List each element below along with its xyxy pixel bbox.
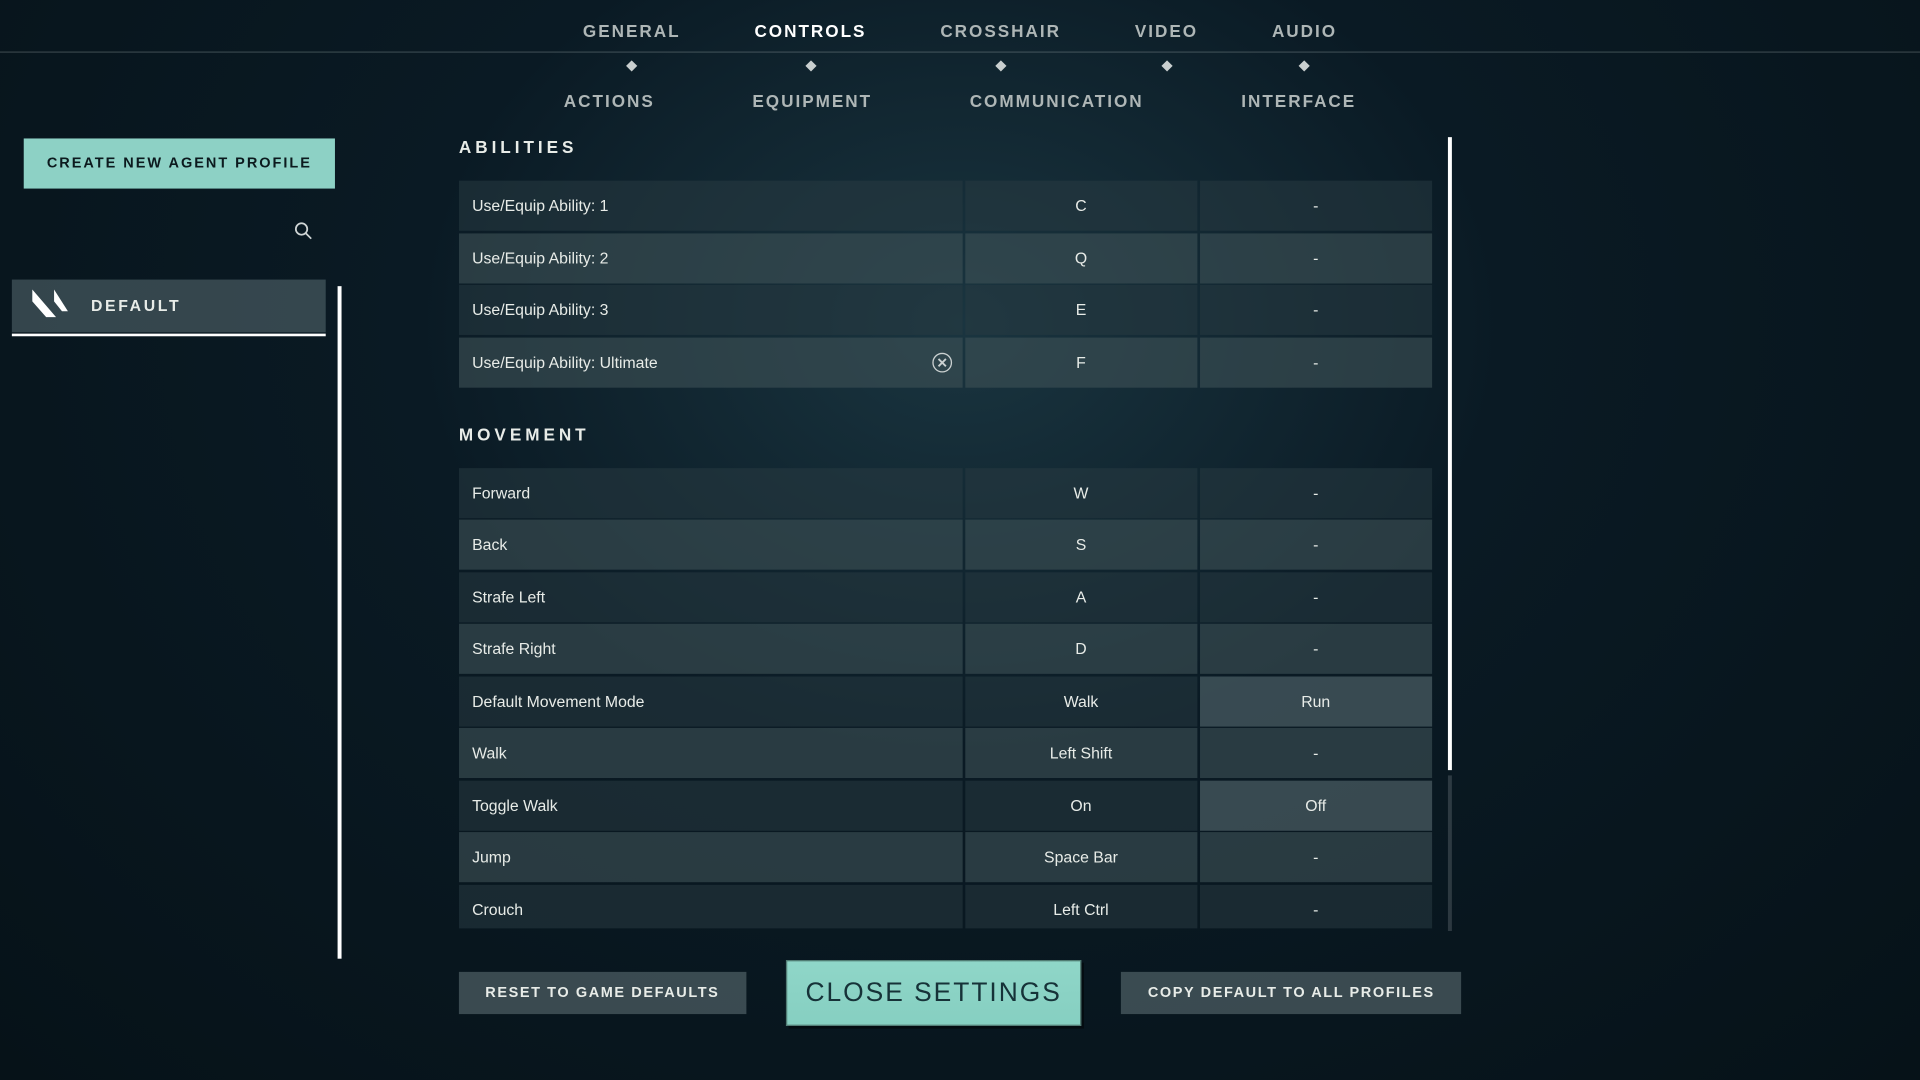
binding-label: Back (459, 520, 963, 570)
primary-bind[interactable]: W (965, 467, 1198, 517)
primary-bind[interactable]: S (965, 520, 1198, 570)
footer-actions: RESET TO GAME DEFAULTS CLOSE SETTINGS CO… (459, 960, 1461, 1026)
secondary-bind[interactable]: - (1199, 467, 1432, 517)
binding-row: Use/Equip Ability: UltimateF- (459, 337, 1455, 387)
binding-row: Use/Equip Ability: 2Q- (459, 233, 1455, 283)
binding-label: Toggle Walk (459, 780, 963, 830)
primary-bind[interactable]: Q (965, 233, 1198, 283)
valorant-logo-icon (30, 287, 70, 325)
binding-row: ForwardW- (459, 467, 1455, 517)
primary-bind[interactable]: C (965, 181, 1198, 231)
reset-binding-icon[interactable] (932, 352, 952, 372)
binding-label: Crouch (459, 884, 963, 928)
binding-label: Use/Equip Ability: 1 (459, 181, 963, 231)
section-title: ABILITIES (459, 137, 1455, 157)
profile-label: DEFAULT (91, 297, 181, 315)
secondary-bind[interactable]: - (1199, 884, 1432, 928)
sidebar: CREATE NEW AGENT PROFILE DEFAULT (0, 138, 343, 332)
secondary-bind[interactable]: - (1199, 285, 1432, 335)
binding-row: JumpSpace Bar- (459, 832, 1455, 882)
secondary-bind[interactable]: - (1199, 624, 1432, 674)
sidebar-scrollbar[interactable] (338, 286, 342, 959)
subtab-actions[interactable]: ACTIONS (564, 91, 655, 111)
content-scrollbar-track (1448, 775, 1452, 931)
content-scrollbar-thumb[interactable] (1448, 137, 1452, 770)
secondary-bind[interactable]: - (1199, 337, 1432, 387)
secondary-bind[interactable]: - (1199, 832, 1432, 882)
secondary-bind[interactable]: - (1199, 520, 1432, 570)
binding-label: Use/Equip Ability: 2 (459, 233, 963, 283)
primary-bind[interactable]: E (965, 285, 1198, 335)
tab-controls[interactable]: CONTROLS (754, 21, 866, 67)
reset-defaults-button[interactable]: RESET TO GAME DEFAULTS (459, 972, 746, 1014)
binding-label: Default Movement Mode (459, 676, 963, 726)
secondary-tabs: ACTIONS EQUIPMENT COMMUNICATION INTERFACE (0, 91, 1920, 111)
binding-row: Toggle WalkOnOff (459, 780, 1455, 830)
binding-row: Default Movement ModeWalkRun (459, 676, 1455, 726)
binding-label: Forward (459, 467, 963, 517)
tab-video[interactable]: VIDEO (1135, 21, 1198, 67)
copy-profiles-button[interactable]: COPY DEFAULT TO ALL PROFILES (1121, 972, 1461, 1014)
primary-bind[interactable]: D (965, 624, 1198, 674)
bindings-list: ABILITIESUse/Equip Ability: 1C-Use/Equip… (459, 132, 1455, 928)
profile-item-default[interactable]: DEFAULT (12, 280, 326, 333)
section-title: MOVEMENT (459, 424, 1455, 444)
binding-row: Strafe LeftA- (459, 572, 1455, 622)
binding-label: Strafe Right (459, 624, 963, 674)
primary-tabs: GENERAL CONTROLS CROSSHAIR VIDEO AUDIO (0, 0, 1920, 67)
binding-row: WalkLeft Shift- (459, 728, 1455, 778)
close-settings-button[interactable]: CLOSE SETTINGS (786, 960, 1081, 1026)
create-profile-button[interactable]: CREATE NEW AGENT PROFILE (24, 138, 335, 188)
subtab-interface[interactable]: INTERFACE (1241, 91, 1356, 111)
secondary-bind[interactable]: - (1199, 233, 1432, 283)
subtab-equipment[interactable]: EQUIPMENT (752, 91, 872, 111)
primary-bind[interactable]: A (965, 572, 1198, 622)
tab-general[interactable]: GENERAL (583, 21, 681, 67)
primary-bind[interactable]: Left Ctrl (965, 884, 1198, 928)
binding-label: Strafe Left (459, 572, 963, 622)
tab-audio[interactable]: AUDIO (1272, 21, 1337, 67)
binding-row: Use/Equip Ability: 3E- (459, 285, 1455, 335)
binding-row: Strafe RightD- (459, 624, 1455, 674)
binding-label: Walk (459, 728, 963, 778)
binding-label: Use/Equip Ability: 3 (459, 285, 963, 335)
toggle-option[interactable]: Off (1199, 780, 1432, 830)
tab-divider (0, 51, 1920, 52)
binding-label: Use/Equip Ability: Ultimate (459, 337, 963, 387)
binding-label: Jump (459, 832, 963, 882)
binding-row: CrouchLeft Ctrl- (459, 884, 1455, 928)
primary-bind[interactable]: Space Bar (965, 832, 1198, 882)
subtab-communication[interactable]: COMMUNICATION (970, 91, 1144, 111)
toggle-option[interactable]: Walk (965, 676, 1198, 726)
secondary-bind[interactable]: - (1199, 728, 1432, 778)
toggle-option[interactable]: On (965, 780, 1198, 830)
secondary-bind[interactable]: - (1199, 572, 1432, 622)
search-icon[interactable] (293, 220, 314, 248)
secondary-bind[interactable]: - (1199, 181, 1432, 231)
tab-crosshair[interactable]: CROSSHAIR (940, 21, 1061, 67)
primary-bind[interactable]: F (965, 337, 1198, 387)
primary-bind[interactable]: Left Shift (965, 728, 1198, 778)
binding-row: Use/Equip Ability: 1C- (459, 181, 1455, 231)
binding-row: BackS- (459, 520, 1455, 570)
toggle-option[interactable]: Run (1199, 676, 1432, 726)
